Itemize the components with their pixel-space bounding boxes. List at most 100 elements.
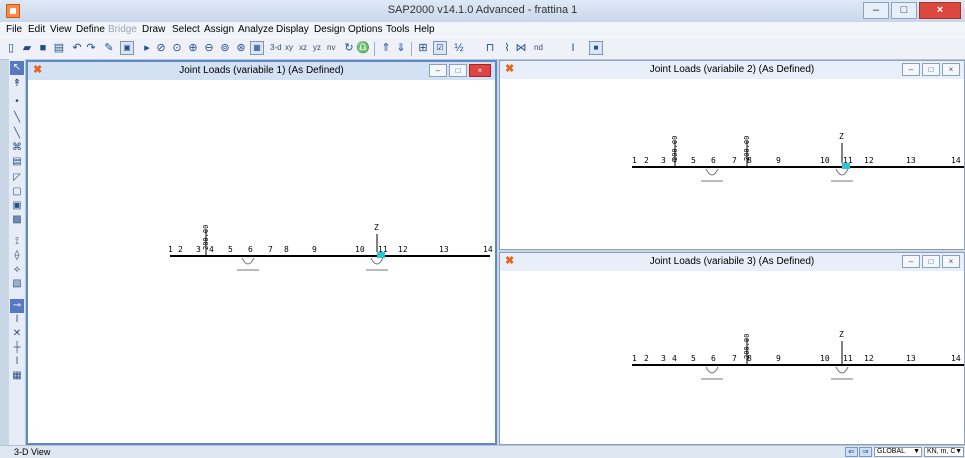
view-xy-button[interactable]: xy — [285, 41, 293, 55]
view-maximize-button[interactable]: □ — [449, 64, 467, 77]
menu-edit[interactable]: Edit — [28, 24, 45, 35]
zoom-in-icon[interactable]: ⊕ — [186, 41, 200, 55]
model-view-1[interactable]: ✖ Joint Loads (variabile 1) (As Defined)… — [26, 60, 497, 445]
new-file-icon[interactable]: ▯ — [4, 41, 18, 55]
arrow-left-icon[interactable]: ⇐ — [845, 447, 858, 457]
close-button[interactable]: × — [919, 2, 961, 19]
show-deformed-icon[interactable]: ⌇ — [500, 41, 514, 55]
menu-display[interactable]: Display — [276, 24, 309, 35]
zoom-all-icon[interactable]: ⊙ — [170, 41, 184, 55]
open-folder-icon[interactable]: ▰ — [20, 41, 34, 55]
show-undeformed-icon[interactable]: ☑ — [433, 41, 447, 55]
units-select[interactable]: KN, m, C ▼ — [924, 447, 964, 457]
perspective-icon[interactable]: ♎ — [356, 41, 370, 55]
print-icon[interactable]: ▤ — [52, 41, 66, 55]
support-symbol — [701, 168, 723, 182]
section-cut-icon[interactable]: ½ — [452, 41, 466, 55]
view-nv-button[interactable]: nv — [327, 41, 335, 55]
select-all-icon[interactable]: ⟟ — [10, 235, 24, 249]
snap-to-points-icon[interactable]: ⊸ — [10, 299, 24, 313]
view-3d-button[interactable]: 3-d — [270, 41, 282, 55]
arrow-right-icon[interactable]: ⇒ — [859, 447, 872, 457]
joint-label: 5 — [228, 245, 233, 254]
quick-draw-area-icon[interactable]: ▣ — [10, 199, 24, 213]
quick-draw-frame-icon[interactable]: ╲ — [10, 127, 24, 141]
view-maximize-button[interactable]: □ — [922, 255, 940, 268]
frame-icon[interactable]: ⊓ — [483, 41, 497, 55]
snap-to-intersections-icon[interactable]: ✕ — [10, 327, 24, 341]
minimize-button[interactable]: – — [863, 2, 889, 19]
reshaper-icon[interactable]: ↟ — [10, 77, 24, 91]
rotate-view-icon[interactable]: ↻ — [342, 41, 356, 55]
snap-fine-grid-icon[interactable]: ▦ — [10, 369, 24, 383]
menu-view[interactable]: View — [50, 24, 72, 35]
model-view-2[interactable]: ✖ Joint Loads (variabile 2) (As Defined)… — [499, 60, 965, 250]
snap-to-lines-icon[interactable]: ǀ — [10, 355, 24, 369]
save-icon[interactable]: ■ — [36, 41, 50, 55]
rubber-band-zoom-icon[interactable]: ⊘ — [154, 41, 168, 55]
zoom-previous-icon[interactable]: ⊚ — [218, 41, 232, 55]
view-minimize-button[interactable]: – — [902, 255, 920, 268]
undo-icon[interactable]: ↶ — [70, 41, 84, 55]
pointer-icon[interactable]: ↖ — [10, 61, 24, 75]
joint-label: 3 — [661, 156, 666, 165]
menu-options[interactable]: Options — [348, 24, 382, 35]
view-title-bar: ✖ Joint Loads (variabile 3) (As Defined)… — [500, 253, 964, 271]
set-display-options-icon[interactable]: ⊞ — [416, 41, 430, 55]
view-minimize-button[interactable]: – — [429, 64, 447, 77]
load-value-label: 200.00 — [743, 136, 751, 161]
menu-design[interactable]: Design — [314, 24, 345, 35]
draw-frame-icon[interactable]: ╲ — [10, 111, 24, 125]
view-close-button[interactable]: × — [942, 255, 960, 268]
show-forces-icon[interactable]: ⋈ — [514, 41, 528, 55]
model-canvas[interactable]: 1 2 3 4 5 6 7 8 9 10 11 12 13 14 200.00 … — [500, 79, 964, 249]
coordinate-system-select[interactable]: GLOBAL ▼ — [874, 447, 922, 457]
color-options-icon[interactable]: ■ — [589, 41, 603, 55]
view-close-button[interactable]: × — [469, 64, 491, 77]
run-icon[interactable]: ▸ — [140, 41, 154, 55]
menu-draw[interactable]: Draw — [142, 24, 165, 35]
snap-to-ends-icon[interactable]: ǀ — [10, 313, 24, 327]
view-title-bar: ✖ Joint Loads (variabile 1) (As Defined)… — [28, 62, 495, 80]
view-maximize-button[interactable]: □ — [922, 63, 940, 76]
intersecting-line-select-icon[interactable]: ▧ — [10, 277, 24, 291]
redo-icon[interactable]: ↷ — [84, 41, 98, 55]
menu-analyze[interactable]: Analyze — [238, 24, 274, 35]
menu-tools[interactable]: Tools — [386, 24, 409, 35]
support-symbol — [237, 257, 259, 271]
move-up-icon[interactable]: ⇑ — [379, 41, 393, 55]
zoom-out-icon[interactable]: ⊖ — [202, 41, 216, 55]
refresh-view-icon[interactable]: ▦ — [250, 41, 264, 55]
view-nd-button[interactable]: nd — [534, 41, 543, 55]
draw-rect-area-icon[interactable]: ▢ — [10, 185, 24, 199]
view-close-button[interactable]: × — [942, 63, 960, 76]
menu-define[interactable]: Define — [76, 24, 105, 35]
menu-file[interactable]: File — [6, 24, 22, 35]
pan-icon[interactable]: ⊛ — [234, 41, 248, 55]
text-style-icon[interactable]: I — [566, 41, 580, 55]
lock-icon[interactable]: ▣ — [120, 41, 134, 55]
chevron-down-icon: ▼ — [955, 448, 962, 455]
maximize-button[interactable]: □ — [891, 2, 917, 19]
clear-selection-icon[interactable]: ⟡ — [10, 263, 24, 277]
joint-label: 1 — [632, 156, 637, 165]
menu-help[interactable]: Help — [414, 24, 435, 35]
menu-assign[interactable]: Assign — [204, 24, 234, 35]
quick-secondary-icon[interactable]: ▤ — [10, 155, 24, 169]
view-xz-button[interactable]: xz — [299, 41, 307, 55]
draw-point-icon[interactable]: • — [10, 95, 24, 109]
model-canvas[interactable]: 1 2 3 4 5 6 7 8 9 10 11 12 13 14 200.00 … — [500, 271, 964, 444]
pencil-icon[interactable]: ✎ — [102, 41, 116, 55]
quick-brace-icon[interactable]: ⌘ — [10, 141, 24, 155]
draw-poly-area-icon[interactable]: ◸ — [10, 171, 24, 185]
menu-bridge[interactable]: Bridge — [108, 24, 137, 35]
menu-select[interactable]: Select — [172, 24, 200, 35]
view-yz-button[interactable]: yz — [313, 41, 321, 55]
move-down-icon[interactable]: ⇓ — [394, 41, 408, 55]
view-minimize-button[interactable]: – — [902, 63, 920, 76]
model-canvas[interactable]: 1 2 3 4 5 6 7 8 9 10 11 12 13 14 200.00 … — [28, 80, 495, 443]
snap-perpendicular-icon[interactable]: ┼ — [10, 341, 24, 355]
model-view-3[interactable]: ✖ Joint Loads (variabile 3) (As Defined)… — [499, 252, 965, 445]
draw-solid-icon[interactable]: ▩ — [10, 213, 24, 227]
get-previous-selection-icon[interactable]: ⟠ — [10, 249, 24, 263]
